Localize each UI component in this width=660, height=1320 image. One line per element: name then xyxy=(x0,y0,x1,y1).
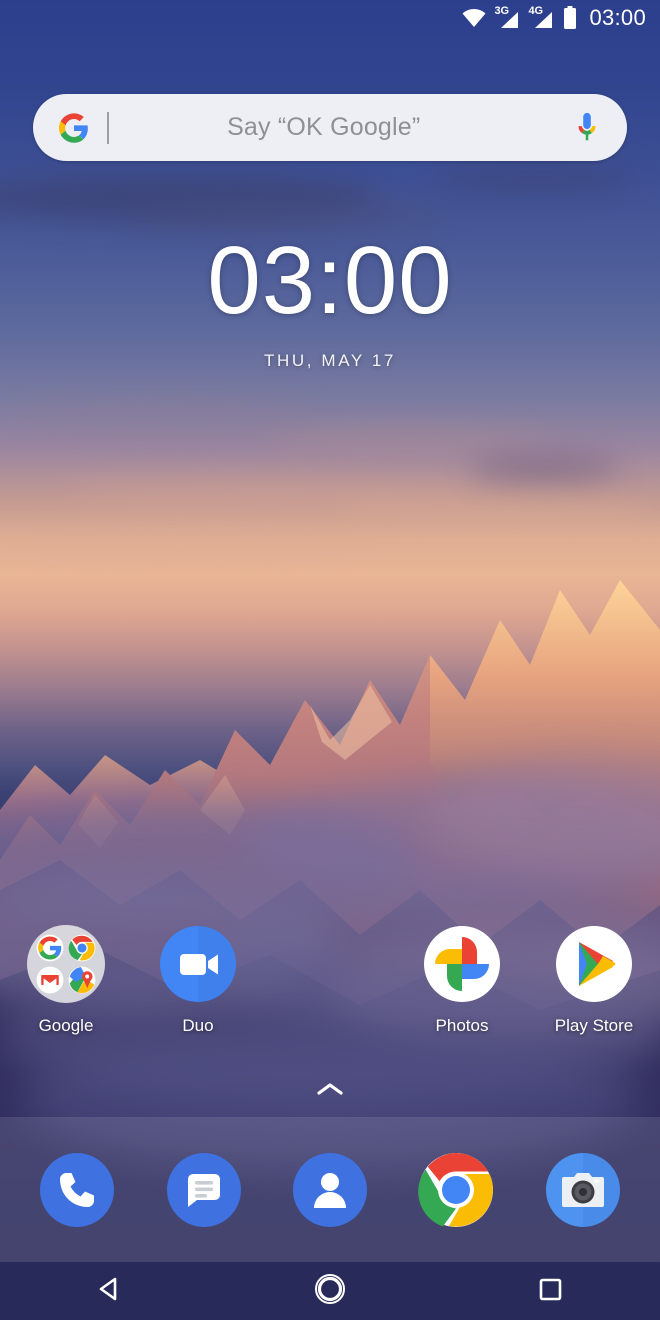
app-google-folder[interactable]: Google xyxy=(0,925,132,1034)
chrome-icon[interactable] xyxy=(418,1152,494,1228)
app-duo[interactable]: Duo xyxy=(132,925,264,1034)
home-circle-icon[interactable] xyxy=(312,1271,348,1312)
back-triangle-icon[interactable] xyxy=(93,1272,127,1311)
app-label: Duo xyxy=(182,1016,214,1035)
signal-3g-icon: 3G xyxy=(494,6,521,29)
cloud-wisp xyxy=(0,530,380,552)
cloud-wisp xyxy=(430,165,640,193)
app-label: Play Store xyxy=(554,1016,634,1035)
app-play-store[interactable]: Play Store xyxy=(528,925,660,1034)
play-store-icon[interactable] xyxy=(555,925,633,1003)
google-folder-icon[interactable] xyxy=(27,925,105,1003)
google-g-mini-icon xyxy=(36,934,64,962)
signal-4g-icon: 4G xyxy=(528,6,555,29)
microphone-icon[interactable] xyxy=(573,111,601,145)
google-g-logo xyxy=(59,112,89,143)
cloud-wisp xyxy=(20,400,320,426)
battery-icon xyxy=(563,6,577,30)
messages-icon[interactable] xyxy=(166,1152,242,1228)
recents-button[interactable] xyxy=(440,1273,660,1310)
google-search-bar[interactable]: Say “OK Google” xyxy=(33,94,627,161)
app-photos[interactable]: Photos xyxy=(396,925,528,1034)
duo-icon[interactable] xyxy=(159,925,237,1003)
maps-mini-icon xyxy=(68,966,96,994)
status-bar: 3G 4G 03:00 xyxy=(0,0,660,36)
search-input[interactable]: Say “OK Google” xyxy=(109,113,574,142)
cloud-wisp xyxy=(470,455,620,481)
back-button[interactable] xyxy=(0,1272,220,1311)
contacts-icon[interactable] xyxy=(292,1152,368,1228)
cloud-wisp xyxy=(330,500,650,520)
wifi-icon xyxy=(461,8,487,28)
dock xyxy=(0,1117,660,1262)
recents-square-icon[interactable] xyxy=(534,1273,566,1310)
app-grid: Google Duo Photos Play Store xyxy=(0,925,660,1034)
navigation-bar xyxy=(0,1262,660,1320)
chevron-up-icon[interactable] xyxy=(315,1080,345,1103)
app-label: Photos xyxy=(435,1016,489,1035)
cloud-wisp xyxy=(260,430,560,452)
chrome-mini-icon xyxy=(68,934,96,962)
cloud-wisp xyxy=(120,200,450,230)
app-empty-slot xyxy=(264,925,396,1034)
photos-icon[interactable] xyxy=(423,925,501,1003)
app-label: Google xyxy=(38,1016,94,1035)
status-bar-time: 03:00 xyxy=(589,5,646,30)
home-button[interactable] xyxy=(220,1271,440,1312)
phone-icon[interactable] xyxy=(39,1152,115,1228)
camera-icon[interactable] xyxy=(545,1152,621,1228)
app-drawer-handle[interactable] xyxy=(0,1080,660,1103)
gmail-mini-icon xyxy=(36,966,64,994)
